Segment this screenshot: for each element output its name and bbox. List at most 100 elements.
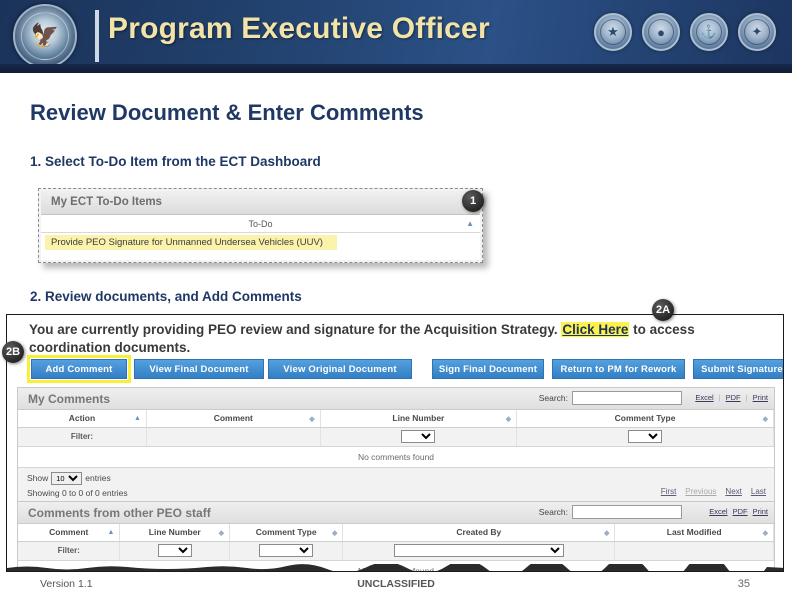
filter-created-by-cell [342, 541, 616, 561]
my-comments-table: Action ▲ Comment ◆ Line Number ◆ Comment Ty… [18, 410, 774, 447]
submit-signature-button[interactable]: Submit Signature [693, 359, 783, 379]
slide-footer: Version 1.1 UNCLASSIFIED 35 [0, 578, 792, 598]
page-banner: 🦅 Program Executive Officer ★ ● ⚓ ✦ [0, 0, 792, 73]
export-print-link[interactable]: Print [753, 507, 768, 516]
click-here-link[interactable]: Click Here [561, 322, 630, 337]
column-header-last-modified[interactable]: Last Modified ◆ [614, 524, 774, 542]
classification-label: UNCLASSIFIED [357, 578, 435, 590]
my-comments-header: My Comments Search: Excel | PDF | Print [18, 388, 774, 410]
pagination-controls: First Previous Next Last [661, 487, 766, 496]
my-comments-panel: My Comments Search: Excel | PDF | Print Ac… [17, 387, 775, 503]
marine-corps-seal-icon: ● [642, 13, 680, 51]
add-comment-button[interactable]: Add Comment [27, 355, 131, 383]
view-original-document-button[interactable]: View Original Document [268, 359, 412, 379]
created-by-filter-select[interactable] [393, 544, 564, 557]
todo-screenshot: My ECT To-Do Items To-Do ▲ Provide PEO S… [38, 188, 483, 263]
banner-divider [95, 10, 99, 62]
my-comments-title: My Comments [28, 392, 111, 406]
sort-ascending-icon[interactable]: ▲ [108, 529, 115, 536]
action-button-row: Add Comment View Final Document View Ori… [21, 355, 783, 383]
my-comments-footer: Show 10 entries Showing 0 to 0 of 0 entr… [18, 467, 774, 502]
service-seals-group: ★ ● ⚓ ✦ [594, 13, 776, 51]
filter-line-number-cell [119, 541, 231, 561]
pager-first[interactable]: First [661, 487, 677, 496]
notice-prefix: You are currently providing PEO review a… [29, 322, 562, 337]
table-header-row: Comment ▲ Line Number ◆ Comment Type ◆ Crea… [18, 524, 774, 542]
column-header-line-number[interactable]: Line Number ◆ [119, 524, 231, 542]
filter-row: Filter: [18, 541, 774, 561]
pager-previous[interactable]: Previous [685, 487, 716, 496]
dod-seal-icon: 🦅 [13, 4, 77, 68]
search-input[interactable] [572, 505, 682, 519]
column-header-comment[interactable]: Comment ▲ [18, 524, 121, 542]
filter-label-cell: Filter: [18, 427, 147, 447]
export-pdf-link[interactable]: PDF [726, 393, 741, 402]
column-header-created-by[interactable]: Created By ◆ [342, 524, 616, 542]
my-comments-empty-text: No comments found [18, 446, 774, 468]
export-excel-link[interactable]: Excel [709, 507, 727, 516]
other-comments-title: Comments from other PEO staff [28, 506, 211, 520]
sort-icon[interactable]: ◆ [763, 529, 768, 537]
sort-ascending-icon[interactable]: ▲ [466, 219, 474, 228]
page-length-select[interactable]: 10 [51, 471, 83, 485]
filter-comment-cell [146, 427, 321, 447]
torn-paper-edge [7, 564, 783, 571]
my-comments-export-links: Excel | PDF | Print [695, 393, 768, 402]
sort-icon[interactable]: ◆ [309, 415, 314, 423]
sign-final-document-button[interactable]: Sign Final Document [432, 359, 544, 379]
column-header-comment-type[interactable]: Comment Type ◆ [516, 410, 774, 428]
sort-icon[interactable]: ◆ [506, 415, 511, 423]
slide-title: Review Document & Enter Comments [30, 100, 424, 125]
army-seal-icon: ★ [594, 13, 632, 51]
sort-icon[interactable]: ◆ [332, 529, 337, 537]
search-label: Search: [538, 507, 568, 517]
other-comments-search: Search: [539, 505, 682, 519]
search-input[interactable] [572, 391, 682, 405]
column-header-line-number[interactable]: Line Number ◆ [320, 410, 518, 428]
navy-seal-icon: ⚓ [690, 13, 728, 51]
column-header-comment-type[interactable]: Comment Type ◆ [229, 524, 344, 542]
sort-icon[interactable]: ◆ [219, 529, 224, 537]
todo-row: Provide PEO Signature for Unmanned Under… [41, 233, 480, 260]
line-number-filter-select[interactable] [401, 430, 436, 443]
table-header-row: Action ▲ Comment ◆ Line Number ◆ Comment Ty… [18, 410, 774, 428]
search-label: Search: [538, 393, 568, 403]
callout-badge-2a: 2A [652, 299, 674, 321]
sort-icon[interactable]: ◆ [763, 415, 768, 423]
filter-line-number-cell [320, 427, 518, 447]
my-comments-search: Search: [539, 391, 682, 405]
comment-type-filter-select[interactable] [628, 430, 663, 443]
step-2-label: 2. Review documents, and Add Comments [30, 289, 302, 304]
column-header-comment[interactable]: Comment ◆ [146, 410, 321, 428]
step-1-label: 1. Select To-Do Item from the ECT Dashbo… [30, 154, 321, 169]
air-force-seal-icon: ✦ [738, 13, 776, 51]
pager-last[interactable]: Last [751, 487, 766, 496]
pager-next[interactable]: Next [725, 487, 741, 496]
filter-comment-type-cell [229, 541, 344, 561]
column-header-action[interactable]: Action ▲ [18, 410, 147, 428]
filter-last-modified-cell [614, 541, 774, 561]
comment-type-filter-select[interactable] [259, 544, 314, 557]
other-comments-panel: Comments from other PEO staff Search: Ex… [17, 501, 775, 571]
export-excel-link[interactable]: Excel [695, 393, 713, 402]
export-pdf-link[interactable]: PDF [733, 507, 748, 516]
other-comments-table: Comment ▲ Line Number ◆ Comment Type ◆ Crea… [18, 524, 774, 561]
review-notice: You are currently providing PEO review a… [7, 315, 783, 357]
callout-badge-2b: 2B [2, 341, 24, 363]
sort-icon[interactable]: ◆ [604, 529, 609, 537]
callout-badge-1: 1 [462, 190, 484, 212]
todo-item-link[interactable]: Provide PEO Signature for Unmanned Under… [45, 235, 337, 250]
application-screenshot: You are currently providing PEO review a… [6, 314, 784, 572]
entries-label: entries [85, 473, 111, 483]
todo-panel-title: My ECT To-Do Items [41, 191, 480, 215]
show-entries-control: Show 10 entries [27, 471, 111, 485]
show-label: Show [27, 473, 49, 483]
line-number-filter-select[interactable] [157, 544, 192, 557]
slide-canvas: 🦅 Program Executive Officer ★ ● ⚓ ✦ Revi… [0, 0, 792, 612]
return-to-pm-for-rework-button[interactable]: Return to PM for Rework [552, 359, 685, 379]
page-title: Program Executive Officer [108, 12, 490, 45]
filter-row: Filter: [18, 427, 774, 447]
export-print-link[interactable]: Print [753, 393, 768, 402]
sort-ascending-icon[interactable]: ▲ [134, 415, 141, 422]
view-final-document-button[interactable]: View Final Document [134, 359, 264, 379]
